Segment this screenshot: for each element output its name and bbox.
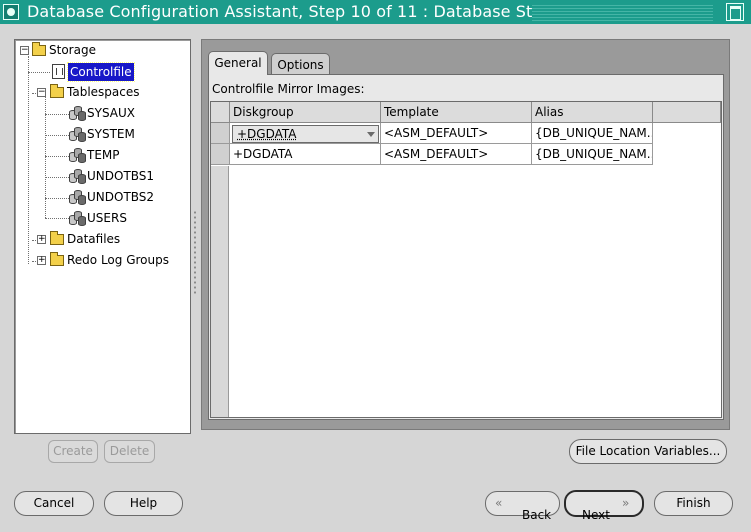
table-cell-template[interactable]: <ASM_DEFAULT> bbox=[381, 144, 532, 165]
tablespace-icon bbox=[69, 106, 86, 121]
finish-button[interactable]: Finish bbox=[654, 491, 733, 516]
back-button[interactable]: « Back bbox=[485, 491, 560, 522]
folder-icon bbox=[50, 231, 64, 245]
table-cell-alias[interactable]: {DB_UNIQUE_NAM... bbox=[532, 123, 653, 144]
row-header[interactable] bbox=[211, 123, 230, 144]
next-chevron-icon: » bbox=[622, 496, 630, 510]
column-header-diskgroup[interactable]: Diskgroup bbox=[230, 102, 381, 123]
tablespace-icon bbox=[69, 127, 86, 142]
table-corner bbox=[211, 102, 230, 123]
back-button-label: Back bbox=[522, 507, 552, 522]
diskgroup-combo[interactable]: +DGDATA bbox=[232, 125, 379, 143]
redo-log-groups-expand-icon[interactable]: + bbox=[37, 256, 46, 265]
table-cell-diskgroup[interactable]: +DGDATA bbox=[230, 144, 381, 165]
window-title: Database Configuration Assistant, Step 1… bbox=[27, 2, 580, 21]
back-chevron-icon: « bbox=[495, 496, 503, 510]
help-button[interactable]: Help bbox=[104, 491, 183, 516]
column-header-alias[interactable]: Alias bbox=[532, 102, 653, 123]
tablespace-icon bbox=[69, 211, 86, 226]
title-bar-grip bbox=[532, 3, 713, 21]
next-button[interactable]: Next » bbox=[564, 490, 644, 522]
column-header-filler bbox=[653, 102, 721, 123]
row-header-column bbox=[211, 166, 229, 417]
folder-open-icon bbox=[50, 84, 64, 98]
file-location-variables-button[interactable]: File Location Variables... bbox=[569, 439, 727, 464]
tab-general[interactable]: General bbox=[208, 51, 268, 75]
tablespaces-collapse-icon[interactable]: − bbox=[37, 88, 46, 97]
controlfile-mirror-label: Controlfile Mirror Images: bbox=[212, 82, 365, 96]
storage-tree: − Storage Controlfile − Tablespaces SYSA… bbox=[14, 39, 191, 434]
storage-collapse-icon[interactable]: − bbox=[20, 46, 29, 55]
next-button-label: Next bbox=[582, 507, 610, 522]
tablespace-icon bbox=[69, 169, 86, 184]
panel-splitter[interactable] bbox=[193, 210, 197, 296]
folder-icon bbox=[50, 252, 64, 266]
cancel-button[interactable]: Cancel bbox=[14, 491, 94, 516]
controlfile-icon bbox=[52, 64, 65, 79]
table-cell-alias[interactable]: {DB_UNIQUE_NAM... bbox=[532, 144, 653, 165]
title-bar: Database Configuration Assistant, Step 1… bbox=[0, 0, 751, 24]
tablespace-icon bbox=[69, 148, 86, 163]
window-menu-icon[interactable] bbox=[3, 4, 19, 20]
tab-options[interactable]: Options bbox=[271, 53, 330, 76]
row-header[interactable] bbox=[211, 144, 230, 165]
column-header-template[interactable]: Template bbox=[381, 102, 532, 123]
tablespace-icon bbox=[69, 190, 86, 205]
delete-button[interactable]: Delete bbox=[104, 440, 155, 463]
folder-open-icon bbox=[32, 42, 46, 56]
datafiles-expand-icon[interactable]: + bbox=[37, 235, 46, 244]
diskgroup-combo-value: +DGDATA bbox=[237, 127, 297, 141]
create-button[interactable]: Create bbox=[48, 440, 98, 463]
maximize-icon[interactable] bbox=[726, 3, 744, 21]
table-cell-template[interactable]: <ASM_DEFAULT> bbox=[381, 123, 532, 144]
dropdown-arrow-icon[interactable] bbox=[367, 132, 375, 137]
